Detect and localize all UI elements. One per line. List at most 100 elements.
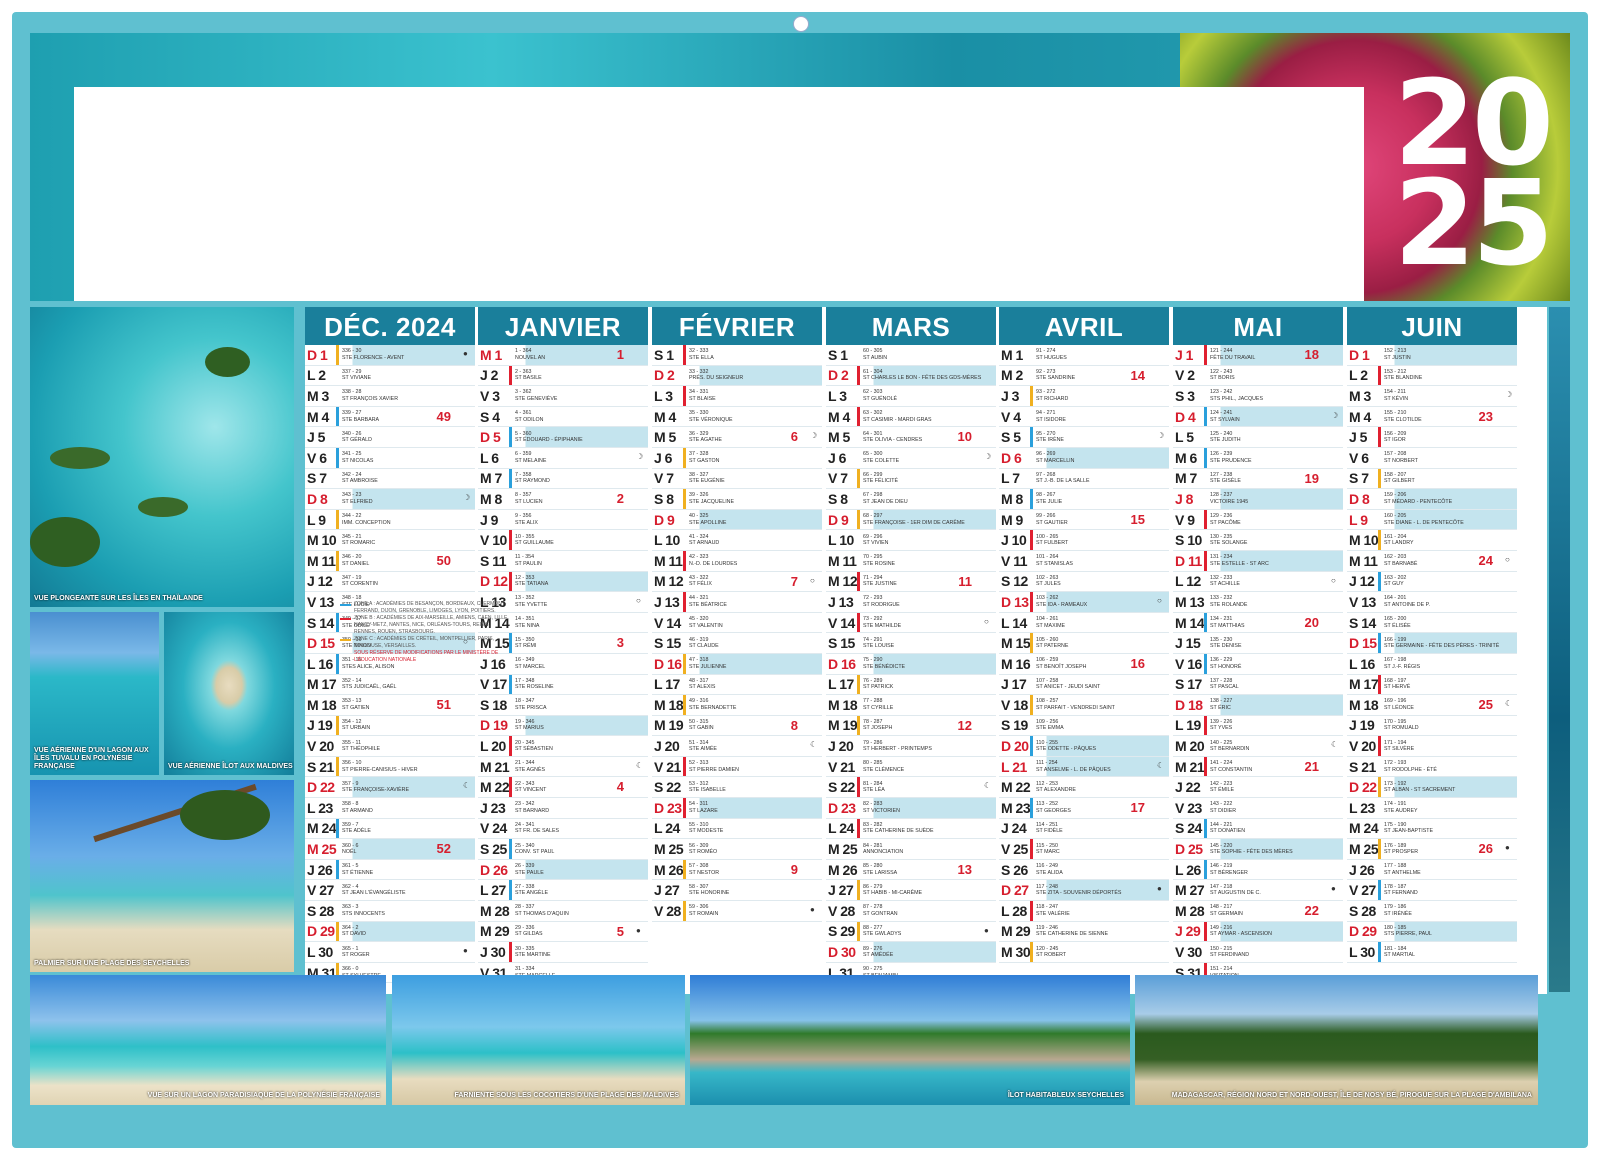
saint-name: ST ELFRIED [342,498,373,505]
day-label: M 22 [1001,779,1031,796]
day-details: 140 - 225 ST BERNARDIN [1203,740,1343,753]
day-details: 143 - 222 ST DIDIER [1203,801,1343,814]
day-label: D 9 [828,511,849,528]
day-label: L 30 [1349,944,1375,961]
day-label: L 16 [1349,655,1375,672]
saint-name: ST JEAN L'ÉVANGÉLISTE [342,890,406,897]
day-label: M 4 [1349,408,1371,425]
day-label: M 26 [654,861,684,878]
saint-name: ST ISIDORE [1036,416,1066,423]
school-holiday-bar [336,612,339,633]
saint-name: ST HABIB - MI-CARÊME [863,890,923,897]
saint-name: STE AUDREY [1384,807,1418,814]
day-details: 16 - 349 ST MARCEL [508,657,648,670]
day-label: S 17 [1175,676,1202,693]
day-row: S 5 95 - 270 STE IRÈNE ☽ [999,427,1169,448]
moon-phase-icon: ☽ [463,493,471,503]
photo-seychelles-palm: PALMIER SUR UNE PLAGE DES SEYCHELLES [30,780,294,972]
day-row: J 20 79 - 286 ST HERBERT - PRINTEMPS [826,736,996,757]
day-label: J 5 [1349,429,1367,446]
day-label: M 13 [1175,593,1205,610]
day-details: 1 - 364 NOUVEL AN [508,348,648,361]
day-details: 59 - 306 ST ROMAIN [682,904,822,917]
school-holiday-bar [857,715,860,736]
month-column: FÉVRIER S 1 32 - 333 STE ELLA D 2 33 - 332 PRÉ… [652,307,822,994]
day-details: 132 - 233 ST ACHILLE [1203,575,1343,588]
legend-text: ZONE B : ACADÉMIES DE AIX-MARSEILLE, AMI… [354,615,509,635]
moon-phase-icon: ○ [1157,596,1162,606]
day-row: J 12 347 - 19 ST CORENTIN [305,572,475,593]
day-details: 121 - 244 FÊTE DU TRAVAIL [1203,348,1343,361]
day-details: 152 - 213 ST JUSTIN [1377,348,1517,361]
saint-name: ST ARNAUD [689,540,720,547]
day-details: 74 - 291 STE LOUISE [856,637,996,650]
saint-name: ST J.-F. RÉGIS [1384,663,1421,670]
day-row: D 16 75 - 290 STE BÉNÉDICTE [826,653,996,675]
day-row: M 5 64 - 301 STE OLIVIA - CENDRES 10 [826,427,996,448]
photo-caption: PALMIER SUR UNE PLAGE DES SEYCHELLES [34,960,190,967]
saint-name: STE DIANE - L. DE PENTECÔTE [1384,519,1464,526]
day-row: M 10 345 - 21 ST ROMARIC [305,530,475,551]
day-details: 360 - 6 NOËL [335,843,475,856]
day-label: S 4 [480,408,500,425]
day-label: L 24 [654,820,680,837]
day-label: V 9 [1175,511,1195,528]
saint-name: ST ALBAN - ST SACREMENT [1384,787,1456,794]
day-details: 165 - 200 ST ÉLISÉE [1377,616,1517,629]
day-details: 146 - 219 ST BÉRENGER [1203,863,1343,876]
day-row: M 8 98 - 267 STE JULIE [999,489,1169,510]
day-details: 67 - 298 ST JEAN DE DIEU [856,492,996,505]
saint-name: ST DONATIEN [1210,828,1246,835]
day-details: 47 - 318 STE JULIENNE [682,657,822,670]
day-row: S 17 137 - 228 ST PASCAL [1173,675,1343,696]
day-label: D 18 [1175,696,1203,713]
island [30,517,100,567]
day-label: M 17 [1349,676,1379,693]
school-holiday-bar [1030,427,1033,447]
day-label: M 8 [480,490,502,507]
day-details: 120 - 245 ST ROBERT [1029,946,1169,959]
week-number: 1 [616,347,624,362]
day-details: 157 - 208 ST NORBERT [1377,451,1517,464]
day-label: M 30 [1001,944,1031,961]
day-details: 95 - 270 STE IRÈNE [1029,431,1169,444]
day-label: L 24 [828,820,854,837]
day-row: S 8 67 - 298 ST JEAN DE DIEU [826,489,996,510]
day-label: L 2 [307,367,326,384]
day-details: 361 - 5 ST ÉTIENNE [335,863,475,876]
saint-name: STE FRANÇOISE - 1ER DIM DE CARÊME [863,519,965,526]
school-holiday-bar [857,818,860,839]
day-details: 135 - 230 STE DENISE [1203,637,1343,650]
day-row: D 9 40 - 325 STE APOLLINE [652,509,822,531]
day-details: 108 - 257 ST PARFAIT - VENDREDI SAINT [1029,698,1169,711]
day-details: 104 - 261 ST MAXIME [1029,616,1169,629]
day-row: S 22 53 - 312 STE ISABELLE [652,777,822,799]
saint-name: ST ALEXIS [689,684,716,691]
moon-phase-icon: ○ [810,575,815,585]
day-label: J 8 [1175,490,1193,507]
month-header: JANVIER [478,307,648,345]
saint-name: ST BARNARD [515,807,550,814]
day-row: D 22 173 - 192 ST ALBAN - ST SACREMENT [1347,777,1517,799]
day-details: 141 - 224 ST CONSTANTIN [1203,760,1343,773]
school-holiday-bar [683,550,686,571]
day-row: L 3 34 - 331 ST BLAISE [652,386,822,407]
day-label: D 26 [480,861,508,878]
day-row: L 26 146 - 219 ST BÉRENGER [1173,859,1343,881]
saint-name: ST MARIUS [515,725,544,732]
month-column: JUIN D 1 152 - 213 ST JUSTIN L 2 153 - 212 STE… [1347,307,1517,994]
day-label: V 16 [1175,655,1202,672]
school-holiday-bar [1378,839,1381,859]
day-row: S 24 144 - 221 ST DONATIEN [1173,818,1343,840]
day-row: D 12 12 - 353 STE TATIANA [478,571,648,593]
saint-name: ST ÉLISÉE [1384,622,1411,629]
saint-name: STE OLIVIA - CENDRES [863,437,923,444]
school-holiday-bar [1204,818,1207,839]
day-row: S 7 158 - 207 ST GILBERT [1347,468,1517,490]
day-label: D 22 [1349,779,1377,796]
day-details: 353 - 13 ST GATIEN [335,698,475,711]
day-label: D 4 [1175,408,1196,425]
day-details: 78 - 287 ST JOSEPH [856,719,996,732]
moon-phase-icon: ☽ [636,451,644,461]
saint-name: STE MARTINE [515,952,551,959]
